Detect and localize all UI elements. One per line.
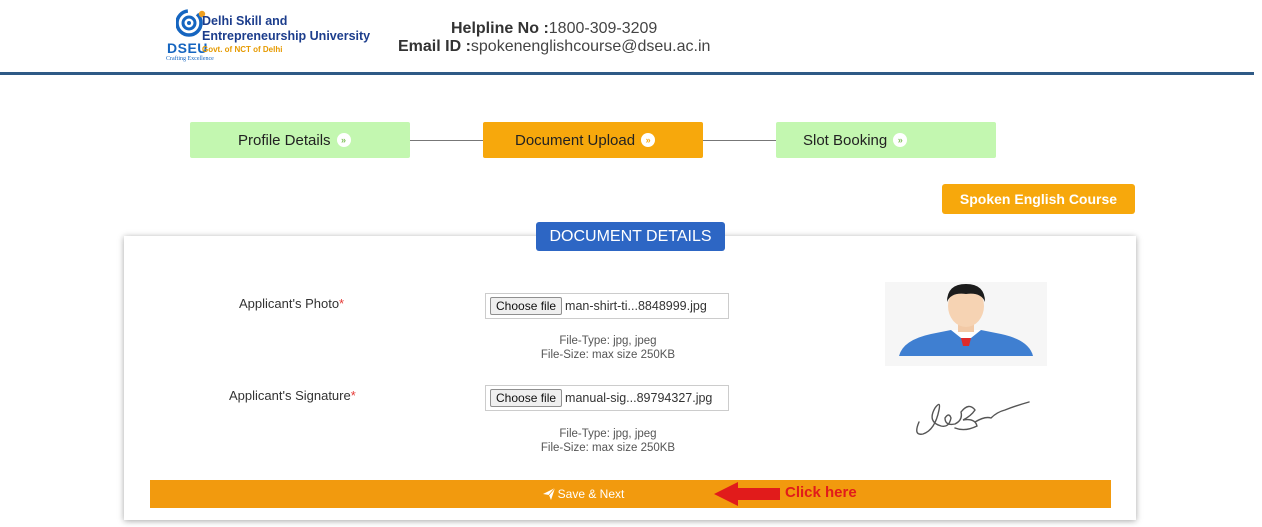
chevron-right-icon: » [336, 133, 351, 147]
logo-name-line1: Delhi Skill and [202, 14, 288, 28]
photo-filename: man-shirt-ti...8848999.jpg [565, 299, 707, 313]
paper-plane-icon [542, 487, 555, 500]
photo-label-row: Applicant's Photo* [239, 296, 344, 311]
helpline-value: 1800-309-3209 [548, 20, 658, 37]
email-value[interactable]: spokenenglishcourse@dseu.ac.in [471, 38, 711, 55]
logo-tagline: Crafting Excellence [166, 56, 214, 62]
helpline-row: Helpline No :1800-309-3209 [398, 20, 710, 38]
required-marker: * [339, 296, 345, 311]
step-slot-booking[interactable]: Slot Booking » [776, 122, 996, 158]
photo-label: Applicant's Photo [239, 296, 340, 311]
avatar-man-icon [899, 284, 1033, 366]
photo-file-type: File-Type: jpg, jpeg [559, 335, 657, 347]
spoken-english-course-button[interactable]: Spoken English Course [942, 184, 1135, 214]
step-document-upload[interactable]: Document Upload » [483, 122, 703, 158]
choose-file-button[interactable]: Choose file [490, 389, 563, 407]
photo-file-size: File-Size: max size 250KB [540, 349, 676, 361]
photo-file-hint: File-Type: jpg, jpeg File-Size: max size… [508, 334, 708, 362]
document-details-card [124, 236, 1136, 520]
signature-file-hint: File-Type: jpg, jpeg File-Size: max size… [508, 427, 708, 455]
save-button-content: Save & Next [542, 487, 625, 501]
signature-file-size: File-Size: max size 250KB [540, 442, 676, 454]
step-connector [410, 140, 484, 141]
signature-file-type: File-Type: jpg, jpeg [559, 428, 657, 440]
contact-info: Helpline No :1800-309-3209 Email ID :spo… [398, 20, 710, 56]
arrow-left-icon [714, 482, 780, 506]
signature-preview [905, 392, 1035, 440]
signature-filename: manual-sig...89794327.jpg [565, 391, 713, 405]
email-row: Email ID :spokenenglishcourse@dseu.ac.in [398, 38, 710, 56]
step-label: Slot Booking [803, 131, 888, 149]
signature-file-input[interactable]: Choose file manual-sig...89794327.jpg [485, 385, 729, 411]
required-marker: * [350, 388, 356, 403]
photo-preview [885, 282, 1047, 366]
step-connector [703, 140, 776, 141]
step-label: Profile Details [238, 131, 331, 149]
click-here-annotation: Click here [785, 484, 857, 501]
signature-label: Applicant's Signature [229, 388, 351, 403]
photo-file-input[interactable]: Choose file man-shirt-ti...8848999.jpg [485, 293, 729, 319]
section-title: DOCUMENT DETAILS [536, 222, 725, 251]
email-label: Email ID : [398, 38, 471, 55]
dseu-logo[interactable]: DSEU Crafting Excellence Delhi Skill and… [164, 8, 404, 66]
chevron-right-icon: » [893, 133, 908, 147]
page-header: DSEU Crafting Excellence Delhi Skill and… [0, 0, 1262, 75]
save-button-label: Save & Next [557, 487, 625, 501]
helpline-label: Helpline No : [451, 20, 549, 37]
chevron-right-icon: » [641, 133, 656, 147]
signature-label-row: Applicant's Signature* [229, 388, 356, 403]
step-profile-details[interactable]: Profile Details » [190, 122, 410, 158]
logo-govt: Govt. of NCT of Delhi [202, 45, 283, 54]
signature-scribble-icon [916, 401, 1030, 435]
save-and-next-button[interactable]: Save & Next [150, 480, 1111, 508]
choose-file-button[interactable]: Choose file [490, 297, 563, 315]
logo-name-line2: Entrepreneurship University [202, 29, 371, 43]
header-divider [0, 72, 1254, 75]
step-label: Document Upload [515, 131, 636, 149]
